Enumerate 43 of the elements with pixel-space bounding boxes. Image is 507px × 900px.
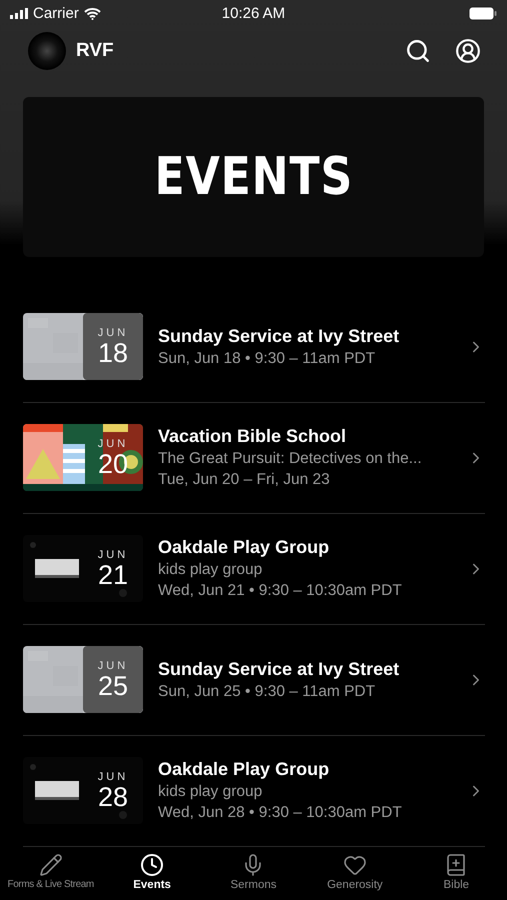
date-day: 20 bbox=[98, 450, 128, 478]
pencil-icon bbox=[38, 852, 63, 877]
event-row[interactable]: JUN 28 Oakdale Play Group kids play group Wed, Jun 28 • 9:30 – 10:30am PDT bbox=[23, 736, 485, 847]
event-row[interactable]: JUN 18 Sunday Service at Ivy Street Sun, Jun 18 • 9:30 – 11am PDT bbox=[23, 292, 485, 403]
battery-icon bbox=[469, 7, 497, 20]
search-button[interactable] bbox=[405, 38, 431, 64]
event-detail: Sun, Jun 25 • 9:30 – 11am PDT bbox=[158, 682, 376, 701]
tab[interactable]: Bible bbox=[406, 846, 507, 900]
event-title: Sunday Service at Ivy Street bbox=[158, 326, 400, 347]
wifi-icon bbox=[84, 8, 101, 20]
tab[interactable]: Generosity bbox=[304, 846, 406, 900]
signal-icon bbox=[10, 8, 28, 20]
app-title: RVF bbox=[76, 40, 115, 62]
date-day: 25 bbox=[98, 672, 128, 700]
date-month: JUN bbox=[98, 326, 128, 339]
tab[interactable]: Events bbox=[101, 846, 203, 900]
event-detail: Wed, Jun 28 • 9:30 – 10:30am PDT bbox=[158, 804, 403, 822]
profile-button[interactable] bbox=[455, 38, 481, 64]
date-day: 21 bbox=[98, 560, 128, 589]
event-title: Oakdale Play Group bbox=[158, 759, 330, 780]
clock-time: 10:26 AM bbox=[222, 5, 286, 22]
event-title: Oakdale Play Group bbox=[158, 537, 330, 558]
event-detail: kids play group bbox=[158, 561, 264, 580]
date-day: 18 bbox=[98, 338, 128, 367]
date-month: JUN bbox=[98, 770, 128, 783]
event-detail: The Great Pursuit: Detectives on the... bbox=[158, 450, 423, 468]
tab[interactable]: Forms & Live Stream bbox=[0, 846, 102, 900]
date-day: 28 bbox=[98, 782, 128, 811]
carrier-label: Carrier bbox=[33, 5, 79, 22]
event-title: Sunday Service at Ivy Street bbox=[158, 658, 400, 680]
event-detail: Wed, Jun 21 • 9:30 – 10:30am PDT bbox=[158, 582, 403, 600]
event-detail: Tue, Jun 20 – Fri, Jun 23 bbox=[158, 471, 331, 490]
event-detail: kids play group bbox=[158, 783, 264, 802]
logo-icon bbox=[28, 32, 66, 70]
hero-title: EVENTS bbox=[154, 147, 353, 208]
event-detail: Sun, Jun 18 • 9:30 – 11am PDT bbox=[158, 350, 376, 368]
event-row[interactable]: JUN 25 Sunday Service at Ivy Street Sun, Jun 25 • 9:30 – 11am PDT bbox=[23, 624, 485, 736]
date-month: JUN bbox=[98, 548, 128, 561]
tab[interactable]: Sermons bbox=[202, 846, 304, 900]
event-title: Vacation Bible School bbox=[158, 426, 348, 448]
date-month: JUN bbox=[98, 660, 128, 672]
clock-icon bbox=[140, 852, 164, 877]
event-row[interactable]: JUN 21 Oakdale Play Group kids play group Wed, Jun 21 • 9:30 – 10:30am PDT bbox=[23, 514, 485, 625]
